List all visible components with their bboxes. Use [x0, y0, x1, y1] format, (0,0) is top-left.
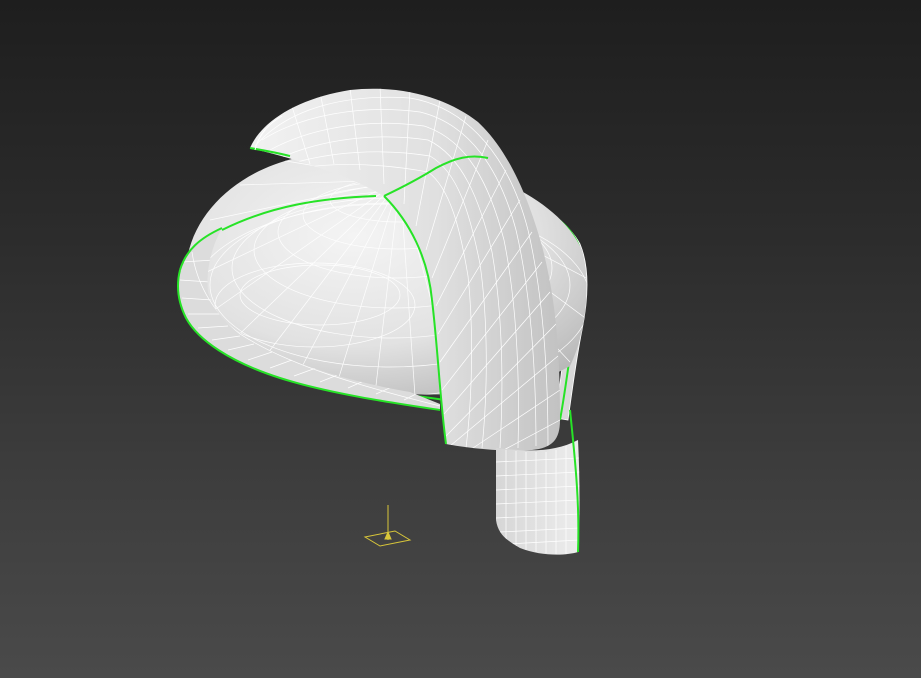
pivot-gizmo-icon[interactable] — [363, 505, 412, 547]
viewport-canvas[interactable] — [0, 0, 921, 678]
3d-viewport[interactable] — [0, 0, 921, 678]
